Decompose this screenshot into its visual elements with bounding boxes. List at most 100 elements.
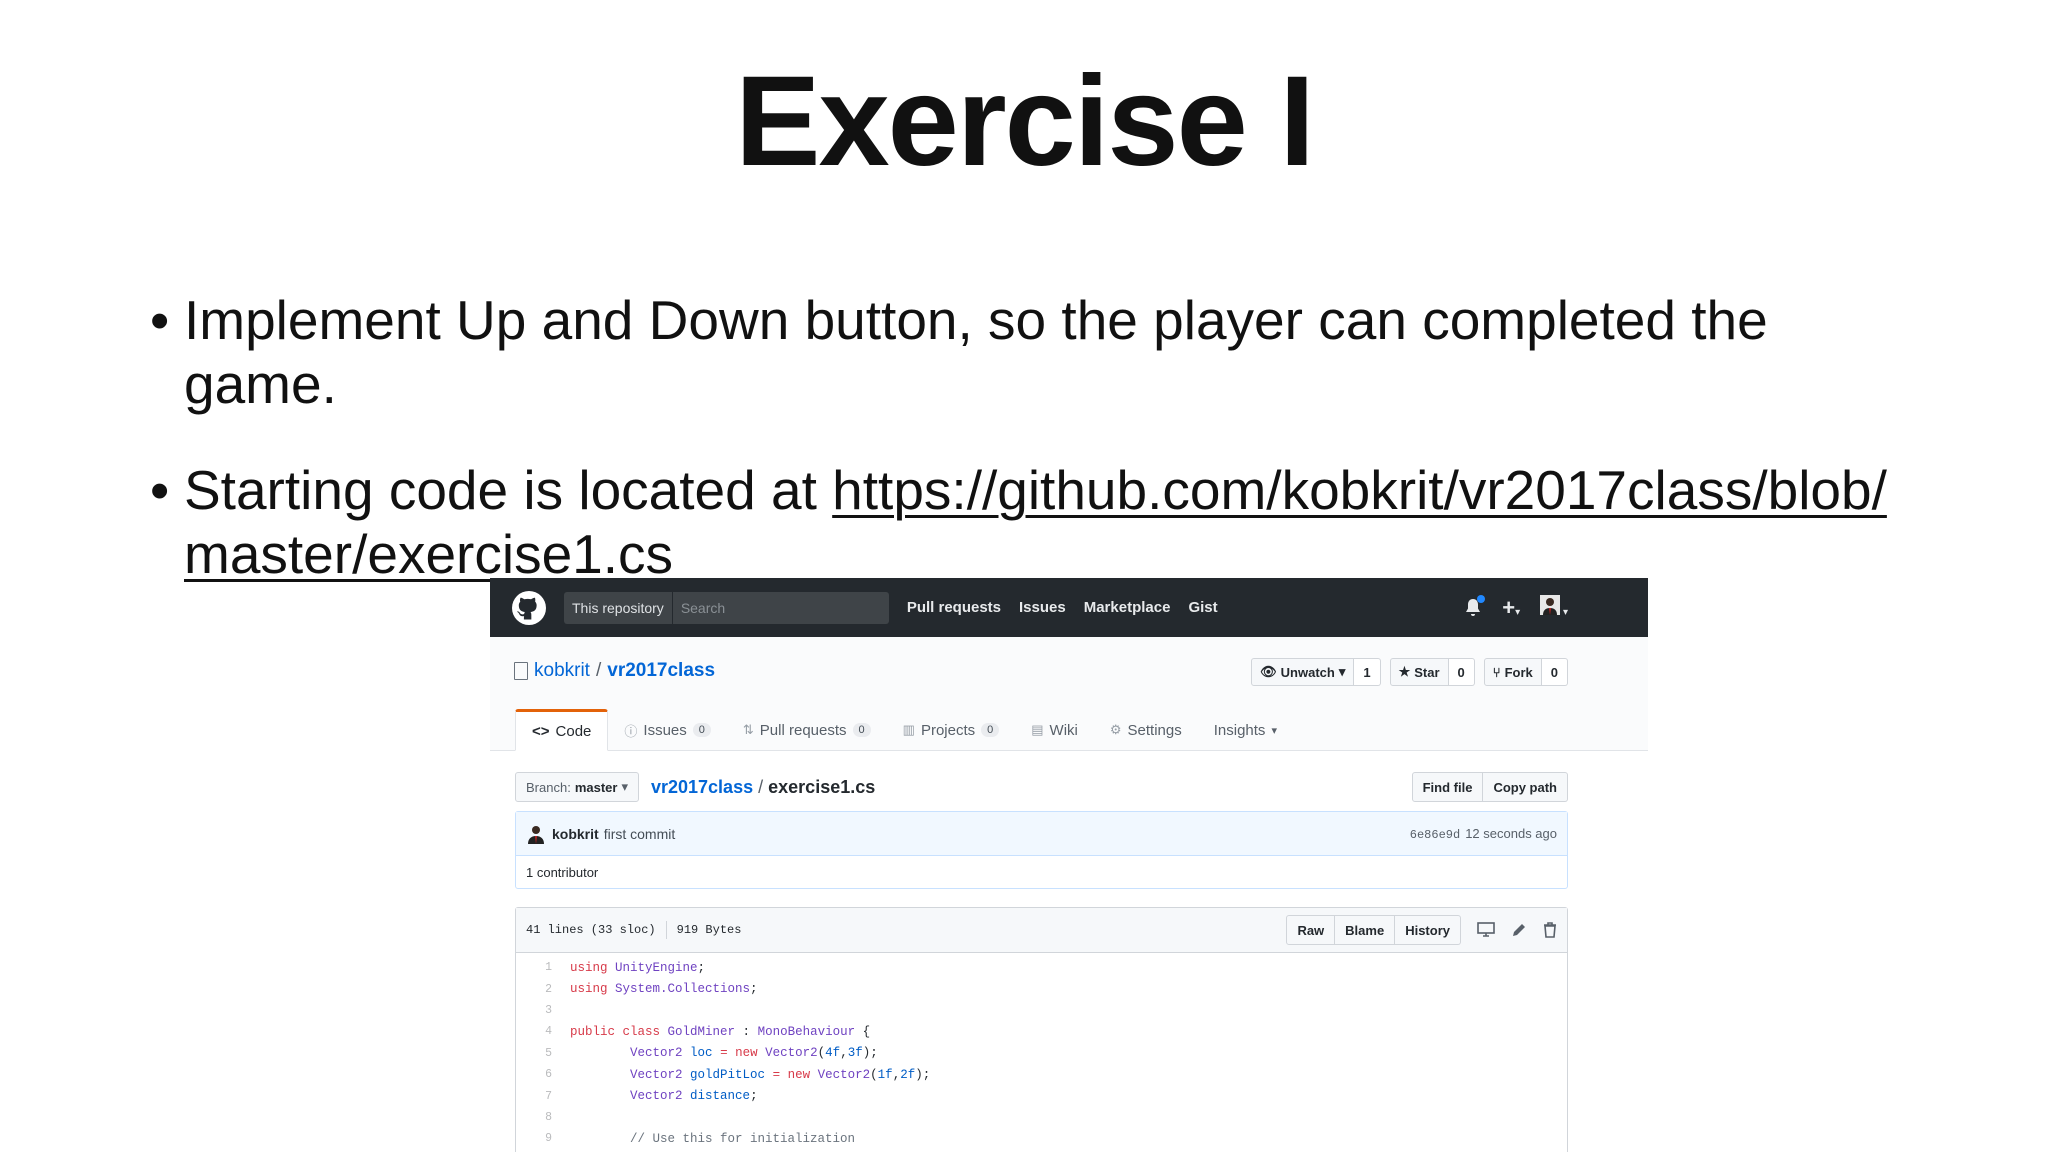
pull-request-icon: ⇅	[742, 722, 754, 737]
divider	[665, 921, 667, 939]
breadcrumb-separator: /	[758, 776, 764, 797]
github-logo-icon[interactable]	[512, 590, 546, 625]
github-link-line1: https://github.com/kobkrit/vr2017class/b…	[832, 459, 1887, 521]
code-body: 1 using UnityEngine; 2 using System.Collec…	[516, 953, 1567, 1152]
code-line: 3	[516, 1000, 1567, 1021]
code-text: // Use this for initialization	[570, 1131, 856, 1146]
tab-label: Pull requests	[759, 721, 847, 739]
bullet-item: • Implement Up and Down button, so the p…	[150, 288, 1930, 416]
issue-icon: ⓘ	[624, 723, 638, 739]
user-menu[interactable]: ▾	[1540, 595, 1568, 620]
line-number[interactable]: 6	[516, 1068, 570, 1081]
bullet-list: • Implement Up and Down button, so the p…	[150, 288, 1930, 628]
gear-icon: ⚙	[1109, 722, 1122, 737]
project-icon: ▥	[902, 722, 915, 737]
tab-wiki[interactable]: ▤ Wiki	[1015, 709, 1094, 751]
line-number[interactable]: 8	[516, 1111, 570, 1124]
code-line: 4 public class GoldMiner : MonoBehaviour …	[516, 1021, 1567, 1042]
code-line: 6 Vector2 goldPitLoc = new Vector2(1f,2f…	[516, 1064, 1567, 1085]
fork-count[interactable]: 0	[1541, 658, 1568, 686]
chevron-down-icon: ▾	[1338, 664, 1346, 679]
branch-select[interactable]: Branch: master ▾	[515, 772, 639, 802]
tab-code[interactable]: <> Code	[515, 709, 609, 751]
commit-tease: kobkrit first commit 6e86e9d 12 seconds a…	[515, 811, 1568, 889]
commit-time: 12 seconds ago	[1465, 825, 1557, 841]
search-scope-label: This repository	[564, 591, 673, 624]
commit-author-link[interactable]: kobkrit	[552, 826, 599, 842]
notification-dot	[1477, 594, 1486, 603]
tab-label: Settings	[1127, 721, 1182, 739]
tab-settings[interactable]: ⚙ Settings	[1094, 709, 1198, 751]
bullet-item: • Starting code is located at https://gi…	[150, 458, 1930, 586]
code-line: 2 using System.Collections;	[516, 978, 1567, 999]
bullet-text: Starting code is located at	[184, 459, 833, 521]
fork-button[interactable]: ⑂ Fork	[1483, 658, 1542, 686]
github-header: This repository Search Pull requests Iss…	[490, 578, 1648, 637]
code-line: 1 using UnityEngine;	[516, 957, 1567, 978]
trash-icon[interactable]	[1543, 922, 1557, 938]
repo-name-link[interactable]: vr2017class	[607, 660, 715, 682]
github-link-line2: master/exercise1.cs	[184, 523, 674, 585]
raw-button[interactable]: Raw	[1286, 915, 1336, 945]
unwatch-group: 👁 Unwatch ▾ 1	[1251, 658, 1381, 686]
plus-icon: +	[1502, 594, 1516, 620]
bullet-text: Implement Up and Down button, so the pla…	[184, 289, 1768, 415]
tab-issues[interactable]: ⓘ Issues 0	[608, 709, 727, 751]
repo-separator: /	[595, 660, 602, 681]
star-icon: ★	[1398, 664, 1411, 679]
line-number[interactable]: 2	[516, 983, 570, 996]
nav-marketplace[interactable]: Marketplace	[1084, 599, 1171, 616]
avatar[interactable]	[526, 823, 546, 844]
line-number[interactable]: 7	[516, 1090, 570, 1103]
github-screenshot: This repository Search Pull requests Iss…	[490, 578, 1648, 1152]
line-number[interactable]: 3	[516, 1004, 570, 1017]
line-number[interactable]: 5	[516, 1047, 570, 1060]
chevron-down-icon: ▾	[1271, 724, 1277, 737]
nav-pull-requests[interactable]: Pull requests	[907, 599, 1001, 616]
contributors-count[interactable]: 1 contributor	[526, 865, 598, 880]
breadcrumb-file: exercise1.cs	[768, 776, 876, 797]
star-button[interactable]: ★ Star	[1389, 658, 1449, 686]
eye-icon: 👁	[1260, 664, 1277, 679]
unwatch-button[interactable]: 👁 Unwatch ▾	[1251, 658, 1355, 686]
bullet-dot: •	[150, 289, 170, 351]
blame-button[interactable]: Blame	[1335, 915, 1396, 945]
line-number[interactable]: 9	[516, 1132, 570, 1145]
code-line: 9 // Use this for initialization	[516, 1128, 1567, 1149]
star-count[interactable]: 0	[1448, 658, 1475, 686]
chevron-down-icon: ▾	[1560, 607, 1568, 618]
repo-owner-link[interactable]: kobkrit	[534, 660, 590, 682]
fork-icon: ⑂	[1492, 664, 1501, 680]
code-line: 5 Vector2 loc = new Vector2(4f,3f);	[516, 1043, 1567, 1064]
tab-insights[interactable]: Insights ▾	[1198, 709, 1293, 751]
code-line: 8	[516, 1107, 1567, 1128]
latest-commit: kobkrit first commit 6e86e9d 12 seconds a…	[516, 812, 1567, 856]
tab-label: Issues	[643, 721, 687, 739]
line-number[interactable]: 4	[516, 1025, 570, 1038]
file-navigation: Branch: master ▾ vr2017class / exercise1.c…	[515, 772, 1568, 802]
history-button[interactable]: History	[1395, 915, 1461, 945]
find-file-button[interactable]: Find file	[1411, 772, 1484, 802]
commit-message-link[interactable]: first commit	[604, 826, 676, 842]
nav-issues[interactable]: Issues	[1019, 599, 1066, 616]
fork-group: ⑂ Fork 0	[1483, 658, 1568, 686]
watch-count[interactable]: 1	[1354, 658, 1381, 686]
desktop-icon[interactable]	[1477, 922, 1495, 938]
contributors-row: 1 contributor	[516, 856, 1567, 888]
chevron-down-icon: ▾	[621, 779, 628, 794]
chevron-down-icon: ▾	[1515, 606, 1521, 618]
slide-title: Exercise I	[735, 50, 1315, 193]
notifications-bell-icon[interactable]	[1464, 594, 1486, 618]
breadcrumb-root-link[interactable]: vr2017class	[651, 777, 753, 797]
line-number[interactable]: 1	[516, 961, 570, 974]
file-header: 41 lines (33 sloc) 919 Bytes Raw Blame H…	[516, 908, 1567, 953]
create-new-menu[interactable]: +▾	[1502, 595, 1520, 621]
star-label: Star	[1414, 664, 1440, 680]
tab-projects[interactable]: ▥ Projects 0	[887, 709, 1016, 751]
search-input[interactable]: Search	[672, 591, 889, 624]
commit-sha-link[interactable]: 6e86e9d	[1410, 828, 1460, 842]
nav-gist[interactable]: Gist	[1188, 599, 1217, 616]
copy-path-button[interactable]: Copy path	[1483, 772, 1568, 802]
pencil-icon[interactable]	[1511, 922, 1527, 938]
tab-pull-requests[interactable]: ⇅ Pull requests 0	[727, 709, 887, 751]
